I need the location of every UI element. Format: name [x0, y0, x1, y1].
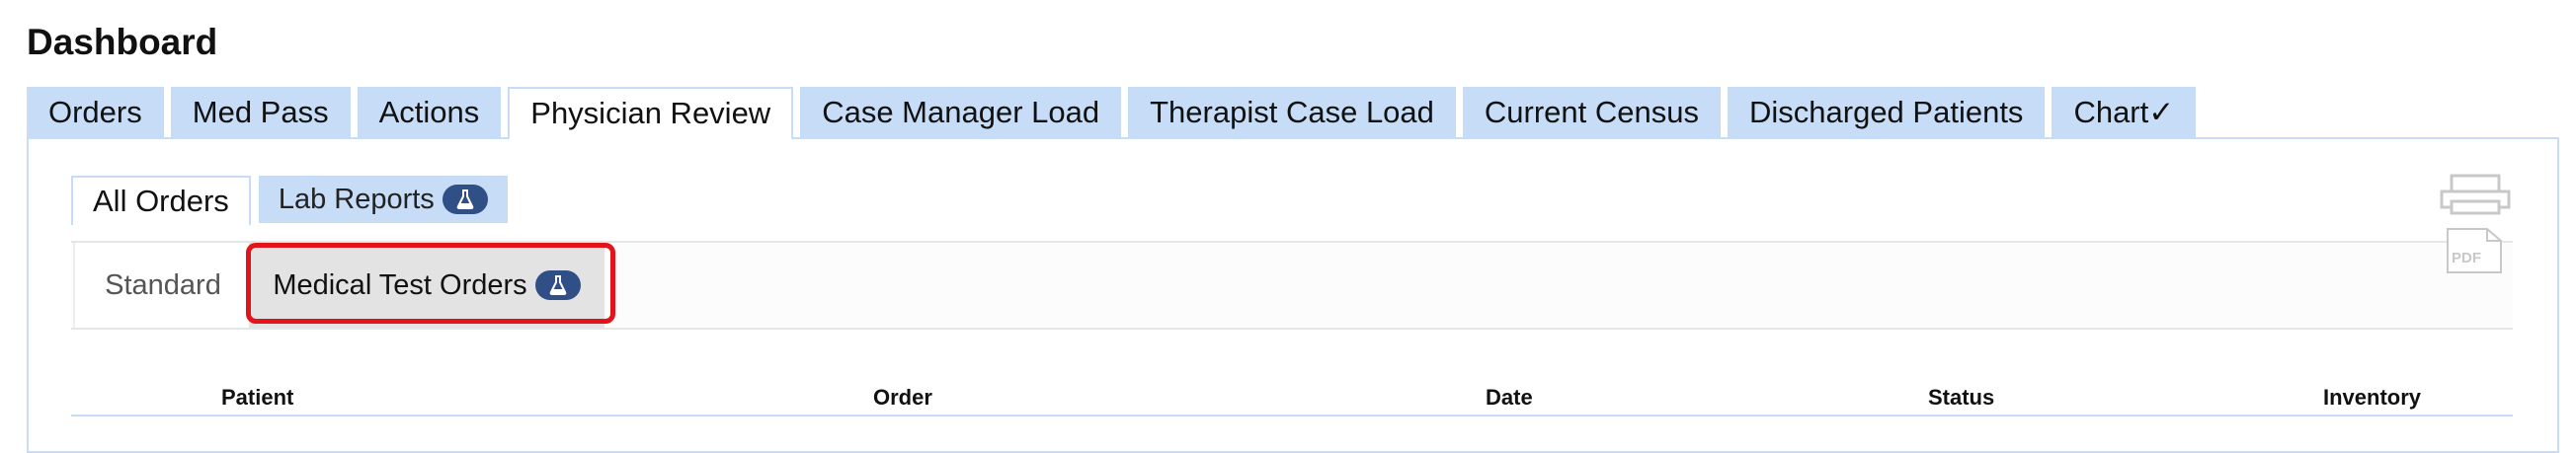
- tab-discharged-patients[interactable]: Discharged Patients: [1728, 87, 2046, 138]
- tab-current-census[interactable]: Current Census: [1462, 87, 1721, 138]
- tab-medical-test-orders[interactable]: Medical Test Orders: [249, 243, 604, 328]
- column-header-inventory[interactable]: Inventory: [2323, 385, 2421, 411]
- column-header-status[interactable]: Status: [1928, 385, 1994, 411]
- tab-standard[interactable]: Standard: [73, 243, 251, 328]
- table-header: Patient Order Date Status Inventory: [71, 381, 2513, 416]
- printer-icon[interactable]: [2438, 174, 2513, 217]
- sub-tab-bar: All Orders Lab Reports: [71, 176, 508, 225]
- flask-icon: [442, 185, 488, 214]
- column-header-date[interactable]: Date: [1486, 385, 1533, 411]
- tab-physician-review[interactable]: Physician Review: [508, 87, 794, 140]
- tab-chart[interactable]: Chart✓: [2052, 87, 2197, 138]
- main-tab-bar: Orders Med Pass Actions Physician Review…: [27, 87, 2197, 140]
- column-header-patient[interactable]: Patient: [221, 385, 293, 411]
- column-header-order[interactable]: Order: [873, 385, 932, 411]
- page-title: Dashboard: [27, 22, 218, 62]
- tab-case-manager-load[interactable]: Case Manager Load: [800, 87, 1122, 138]
- export-toolbar: PDF: [2438, 174, 2517, 276]
- tab-lab-reports[interactable]: Lab Reports: [258, 176, 508, 223]
- order-type-tab-bar: Standard Medical Test Orders: [71, 241, 2513, 330]
- tab-therapist-case-load[interactable]: Therapist Case Load: [1128, 87, 1456, 138]
- flask-icon: [534, 270, 581, 300]
- tab-med-pass[interactable]: Med Pass: [170, 87, 351, 138]
- tab-orders[interactable]: Orders: [27, 87, 164, 138]
- pdf-icon[interactable]: PDF: [2438, 227, 2513, 276]
- tab-all-orders-label: All Orders: [93, 184, 229, 218]
- tab-all-orders[interactable]: All Orders: [71, 176, 251, 225]
- tab-actions[interactable]: Actions: [357, 87, 502, 138]
- tab-lab-reports-label: Lab Reports: [278, 183, 435, 215]
- tab-medical-test-orders-label: Medical Test Orders: [273, 268, 527, 301]
- pdf-icon-label: PDF: [2452, 250, 2481, 266]
